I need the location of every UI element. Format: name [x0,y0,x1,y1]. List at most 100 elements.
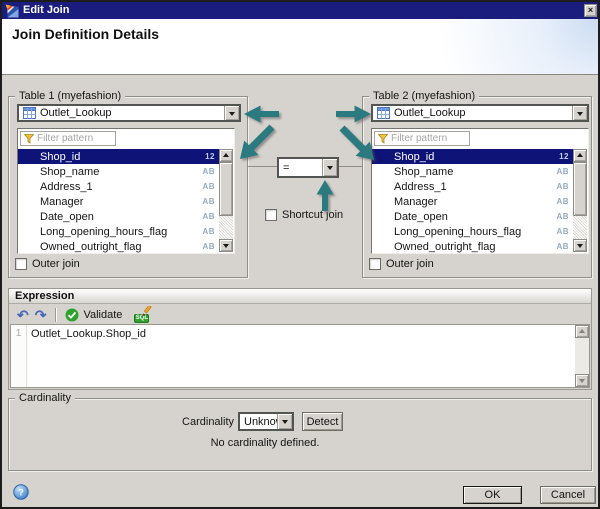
table2-rows: Shop_id 12 Shop_name AB Address_1 AB [372,149,573,253]
field-type-badge: AB [556,182,569,191]
chevron-down-icon[interactable] [572,106,587,120]
scrollbar-thumb[interactable] [573,162,587,216]
help-icon[interactable]: ? [13,484,29,500]
cardinality-group: Cardinality Cardinality Unknown Detect N… [8,398,592,471]
scroll-down-icon[interactable] [219,239,233,252]
window-titlebar[interactable]: Edit Join × [2,2,598,19]
field-type-badge: 12 [559,152,569,161]
table1-filter-input[interactable]: Filter pattern [20,131,116,146]
field-type-badge: AB [202,242,215,251]
table1-outer-join-checkbox[interactable]: Outer join [15,258,80,270]
field-name: Manager [40,196,83,208]
table2-group-label: Table 2 (myefashion) [369,89,479,103]
pencil-icon [141,306,152,317]
close-button[interactable]: × [584,4,597,17]
table2-table-select[interactable]: Outlet_Lookup [371,104,589,122]
scroll-down-icon[interactable] [573,239,587,252]
join-operator-select[interactable]: = [277,157,339,178]
table2-scrollbar[interactable] [573,149,587,252]
cardinality-select[interactable]: Unknown [238,412,294,431]
expression-panel: Expression ↶ ↷ Validate SQL [8,288,592,390]
field-row[interactable]: Shop_name AB [372,164,573,179]
detect-button[interactable]: Detect [302,412,343,431]
window-title: Edit Join [23,2,69,19]
table2-group: Table 2 (myefashion) Outlet_Lookup [362,96,592,278]
field-type-badge: AB [202,227,215,236]
edit-sql-button[interactable]: SQL [134,306,152,323]
table2-filter-input[interactable]: Filter pattern [374,131,470,146]
field-row[interactable]: Long_opening_hours_flag AB [372,224,573,239]
checkbox-box[interactable] [265,209,277,221]
field-type-badge: 12 [205,152,215,161]
field-name: Shop_name [394,166,453,178]
cancel-button[interactable]: Cancel [540,486,596,504]
table1-scrollbar[interactable] [219,149,233,252]
app-icon [5,4,19,18]
field-row[interactable]: Owned_outright_flag AB [372,239,573,253]
field-row[interactable]: Address_1 AB [372,179,573,194]
ok-button[interactable]: OK [463,486,522,504]
field-name: Shop_id [40,151,80,163]
scrollbar-thumb[interactable] [219,162,233,216]
field-row[interactable]: Shop_id 12 [18,149,219,164]
field-name: Long_opening_hours_flag [394,226,521,238]
dialog-header: Join Definition Details [2,19,598,75]
outer-join-label: Outer join [32,258,80,270]
chevron-down-icon[interactable] [277,414,292,429]
scroll-up-icon[interactable] [575,325,589,338]
cardinality-status: No cardinality defined. [95,437,435,449]
cardinality-value: Unknown [240,416,277,428]
filter-placeholder: Filter pattern [37,133,93,144]
field-type-badge: AB [202,167,215,176]
validate-icon [65,308,79,322]
field-row[interactable]: Long_opening_hours_flag AB [18,224,219,239]
outer-join-label: Outer join [386,258,434,270]
cardinality-group-label: Cardinality [15,391,75,405]
scroll-down-icon[interactable] [575,374,589,387]
expression-code[interactable]: Outlet_Lookup.Shop_id [31,328,571,340]
table2-outer-join-checkbox[interactable]: Outer join [369,258,434,270]
field-row[interactable]: Shop_name AB [18,164,219,179]
redo-button[interactable]: ↷ [35,307,47,323]
field-row[interactable]: Shop_id 12 [372,149,573,164]
filter-placeholder: Filter pattern [391,133,447,144]
table1-group: Table 1 (myefashion) Outlet_Lookup [8,96,248,278]
filter-icon [378,134,388,144]
chevron-down-icon[interactable] [224,106,239,120]
field-row[interactable]: Date_open AB [372,209,573,224]
undo-button[interactable]: ↶ [17,307,29,323]
field-row[interactable]: Manager AB [18,194,219,209]
scroll-up-icon[interactable] [219,149,233,162]
table1-rows: Shop_id 12 Shop_name AB Address_1 AB [18,149,219,253]
table1-group-label: Table 1 (myefashion) [15,89,125,103]
field-type-badge: AB [202,212,215,221]
field-type-badge: AB [202,182,215,191]
table1-table-select[interactable]: Outlet_Lookup [17,104,241,122]
scroll-up-icon[interactable] [573,149,587,162]
field-row[interactable]: Manager AB [372,194,573,209]
validate-button[interactable]: Validate [65,308,122,322]
expression-editor[interactable]: 1 Outlet_Lookup.Shop_id [10,324,590,388]
field-name: Shop_id [394,151,434,163]
expression-toolbar: ↶ ↷ Validate SQL [9,305,591,324]
field-name: Manager [394,196,437,208]
chevron-down-icon[interactable] [322,159,337,176]
field-name: Date_open [40,211,94,223]
field-type-badge: AB [556,167,569,176]
editor-scrollbar[interactable] [575,325,589,387]
table1-filter-row: Filter pattern [18,129,234,149]
field-row[interactable]: Date_open AB [18,209,219,224]
table1-select-value: Outlet_Lookup [36,107,224,119]
field-type-badge: AB [556,227,569,236]
checkbox-box[interactable] [369,258,381,270]
table2-select-value: Outlet_Lookup [390,107,572,119]
validate-label: Validate [83,309,122,321]
field-row[interactable]: Address_1 AB [18,179,219,194]
field-type-badge: AB [556,212,569,221]
callout-arrow-table1-select [243,103,279,125]
table-icon [23,107,36,119]
table-icon [377,107,390,119]
checkbox-box[interactable] [15,258,27,270]
field-name: Long_opening_hours_flag [40,226,167,238]
field-row[interactable]: Owned_outright_flag AB [18,239,219,253]
